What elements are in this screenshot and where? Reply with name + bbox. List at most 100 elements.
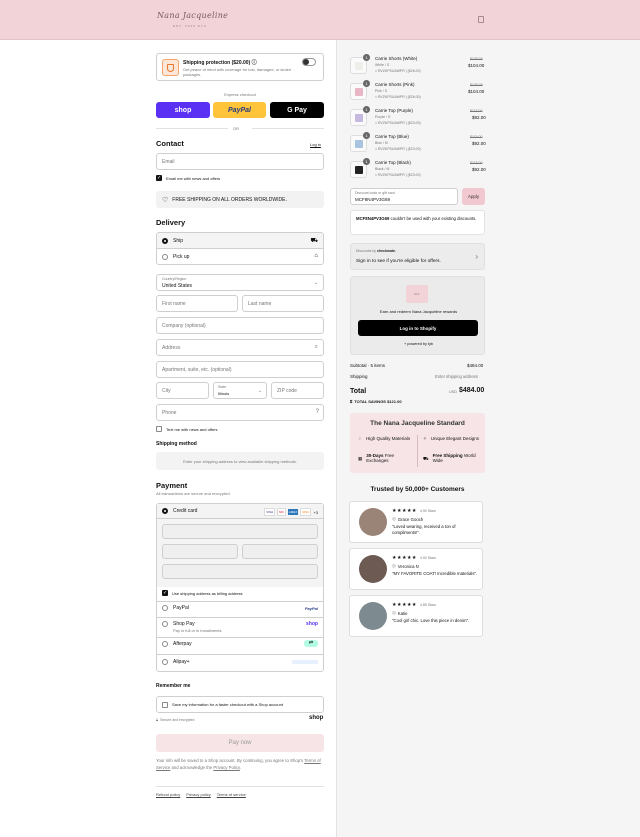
email-field[interactable]: Email xyxy=(156,153,324,170)
brand-standard-card: The Nana Jacqueline Standard ♢ High Quali… xyxy=(350,413,485,473)
lock-icon: 🔒︎ xyxy=(156,717,159,722)
login-link[interactable]: Log in xyxy=(310,142,321,147)
checkbox-checked[interactable]: ✓ xyxy=(162,590,168,596)
visa-icon: VISA xyxy=(264,508,276,516)
email-news-checkbox[interactable]: ✓ Email me with news and offers xyxy=(156,175,220,181)
google-pay-button[interactable]: G Pay xyxy=(270,102,324,118)
ship-option[interactable]: Ship ⛟ xyxy=(157,233,323,249)
login-shopify-button[interactable]: Log in to Shopify xyxy=(358,320,478,336)
star-rating: ★★★★★ xyxy=(392,602,417,608)
quantity-badge: 1 xyxy=(363,80,370,87)
product-name: Carrie Top (Purple) xyxy=(375,108,413,113)
paypal-button[interactable]: PayPal xyxy=(213,102,266,118)
cvv-field[interactable] xyxy=(242,544,318,559)
brand-logo[interactable]: Nana Jacqueline xyxy=(157,11,228,20)
name-on-card-field[interactable] xyxy=(162,564,318,579)
product-name: Carrie Top (Black) xyxy=(375,160,411,165)
radio-unselected[interactable] xyxy=(162,605,168,611)
email-news-label: Email me with news and offers xyxy=(166,175,221,181)
card-brand-icons: VISA MC AMEX DISC +3 xyxy=(264,508,318,516)
apartment-field[interactable]: Apartment, suite, etc. (optional) xyxy=(156,361,324,378)
product-variant: White / S xyxy=(375,63,390,67)
currency-label: USD xyxy=(449,390,458,394)
protection-desc: Get peace of mind with coverage for lost… xyxy=(183,67,292,77)
radio-unselected[interactable] xyxy=(162,254,168,260)
apply-button[interactable]: Apply xyxy=(462,188,485,205)
company-field[interactable]: Company (optional) xyxy=(156,317,324,334)
radio-unselected[interactable] xyxy=(162,659,168,665)
banner-text: FREE SHIPPING ON ALL ORDERS WORLDWIDE. xyxy=(172,196,287,203)
shop-pay-button[interactable]: shop xyxy=(156,102,210,118)
alipay-option[interactable]: Alipay+ xyxy=(162,659,318,665)
billing-same-checkbox[interactable]: ✓ Use shipping address as billing address xyxy=(162,590,242,596)
paypal-option[interactable]: PayPal PayPal xyxy=(162,605,318,611)
divider xyxy=(157,617,323,618)
afterpay-icon: ⇄ xyxy=(304,640,318,647)
company-placeholder: Company (optional) xyxy=(162,322,206,329)
radio-unselected[interactable] xyxy=(162,641,168,647)
terms-of-service-footer-link[interactable]: Terms of service xyxy=(217,792,246,797)
checkbox-unchecked[interactable] xyxy=(156,426,162,432)
text-news-checkbox[interactable]: Text me with news and offers xyxy=(156,426,218,432)
pickup-option[interactable]: Pick up ⌂ xyxy=(157,249,323,265)
card-number-field[interactable] xyxy=(162,524,318,539)
discount-tag: ⌗ RVZKPSUAWPR | ($26.00) xyxy=(375,69,421,73)
amex-icon: AMEX xyxy=(287,509,299,515)
pay-now-button[interactable]: Pay now xyxy=(156,734,324,752)
credit-card-option[interactable]: Credit card VISA MC AMEX DISC +3 xyxy=(157,504,323,519)
last-name-field[interactable]: Last name xyxy=(242,295,324,312)
refund-policy-link[interactable]: Refund policy xyxy=(156,792,180,797)
powered-by: + powered by tyb xyxy=(403,342,434,346)
shipping-method-placeholder: Enter your shipping address to view avai… xyxy=(156,452,324,470)
discount-tag: ⌗ RVZKPSUAWPR | ($23.00) xyxy=(375,147,421,151)
reviewer-name: Grace Gooch xyxy=(397,516,424,522)
checkbox-unchecked[interactable] xyxy=(162,701,168,708)
divider xyxy=(252,128,324,129)
review-text: "Cool girl chic. Love this piece in deni… xyxy=(392,618,470,623)
radio-unselected[interactable] xyxy=(162,621,168,627)
phone-field[interactable]: Phone ? xyxy=(156,404,324,421)
checkbox-checked[interactable]: ✓ xyxy=(156,175,162,181)
paypal-logo: PayPal xyxy=(304,606,318,611)
order-summary: 1 Carrie Shorts (White) White / S ⌗ RVZK… xyxy=(336,40,640,837)
feature-design: ✧ Unique Elegant Designs xyxy=(423,436,481,441)
shop-pay-option[interactable]: Shop Pay shop xyxy=(162,621,318,627)
express-checkout-label: Express checkout xyxy=(224,92,256,97)
item-price: $104.00 xyxy=(468,63,485,68)
country-select[interactable]: Country/Region United States ⌄ xyxy=(156,274,324,291)
billing-label: Use shipping address as billing address xyxy=(172,590,243,596)
quantity-badge: 1 xyxy=(363,132,370,139)
expiry-field[interactable] xyxy=(162,544,238,559)
product-variant: Purple / S xyxy=(375,115,391,119)
checkmate-label: Discounts by xyxy=(356,249,377,253)
review-card: ★★★★★ 4.90 Stars ◎ Veronica N "MY FAVORITE… xyxy=(349,548,483,590)
first-name-field[interactable]: First name xyxy=(156,295,238,312)
discount-code-field[interactable]: Discount code or gift card MCF8N4PV3G69 xyxy=(350,188,458,205)
privacy-policy-link[interactable]: Privacy Policy xyxy=(213,765,239,770)
review-card: ★★★★★ 4.90 Stars ◎ Grace Gooch "Loved wear… xyxy=(349,501,483,543)
discount-tag: ⌗ RVZKPSUAWPR | ($23.00) xyxy=(375,121,421,125)
zip-field[interactable]: ZIP code xyxy=(271,382,324,399)
secure-note: 🔒︎ Secure and encrypted xyxy=(156,717,194,722)
radio-selected[interactable] xyxy=(162,237,168,244)
afterpay-option[interactable]: Afterpay ⇄ xyxy=(162,640,318,647)
reviewer: ◎ Katie xyxy=(392,610,408,616)
shield-icon xyxy=(162,59,179,76)
checkmate-brand: checkmate. xyxy=(377,249,397,253)
radio-selected[interactable] xyxy=(162,508,168,514)
help-icon[interactable]: ? xyxy=(316,409,319,415)
address-field[interactable]: Address ⌕ xyxy=(156,339,324,356)
save-info-checkbox[interactable]: Save my information for a faster checkou… xyxy=(156,696,324,713)
divider xyxy=(156,128,228,129)
state-select[interactable]: State Illinois ⌄ xyxy=(213,382,267,399)
protection-toggle[interactable] xyxy=(302,58,316,66)
shipping-protection-card: Shipping protection ($20.00) ⓘ Get peace… xyxy=(156,53,324,81)
standard-title: The Nana Jacqueline Standard xyxy=(370,420,465,427)
chevron-down-icon: ⌄ xyxy=(257,388,262,394)
discount-tag-text: RVZKPSUAWPR | ($23.00) xyxy=(377,173,421,177)
shopping-bag-icon[interactable] xyxy=(478,16,484,23)
city-field[interactable]: City xyxy=(156,382,209,399)
checkmate-offers[interactable]: Discounts by checkmate. Sign in to see i… xyxy=(350,243,485,270)
truck-icon: ⛟ xyxy=(310,238,318,244)
privacy-policy-footer-link[interactable]: Privacy policy xyxy=(186,792,210,797)
